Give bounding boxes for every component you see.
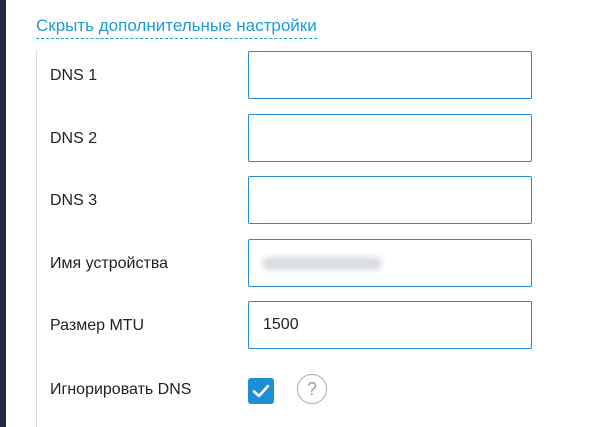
dns1-input[interactable] [248, 51, 532, 99]
device-name-row: Имя устройства [50, 239, 550, 289]
question-circle-icon[interactable]: ? [297, 374, 327, 404]
advanced-settings-page: Скрыть дополнительные настройки DNS 1 DN… [0, 0, 601, 427]
checkmark-icon [252, 384, 270, 398]
dns2-input[interactable] [248, 114, 532, 162]
ignore-dns-row: Игнорировать DNS ? [50, 365, 550, 415]
dns2-row: DNS 2 [50, 114, 550, 164]
dns3-row: DNS 3 [50, 176, 550, 226]
dns1-row: DNS 1 [50, 51, 550, 101]
left-sidebar-edge [0, 0, 6, 427]
ignore-dns-checkbox[interactable] [248, 378, 274, 404]
section-divider-line [36, 50, 37, 427]
hide-advanced-settings-link[interactable]: Скрыть дополнительные настройки [36, 14, 317, 39]
dns3-label: DNS 3 [50, 192, 98, 209]
mtu-input[interactable] [248, 301, 532, 349]
dns2-label: DNS 2 [50, 130, 98, 147]
mtu-label: Размер MTU [50, 317, 145, 334]
dns1-label: DNS 1 [50, 67, 98, 84]
device-name-label: Имя устройства [50, 255, 169, 272]
mtu-row: Размер MTU [50, 301, 550, 351]
dns3-input[interactable] [248, 176, 532, 224]
device-name-input[interactable] [248, 239, 532, 287]
ignore-dns-label: Игнорировать DNS [50, 381, 192, 398]
